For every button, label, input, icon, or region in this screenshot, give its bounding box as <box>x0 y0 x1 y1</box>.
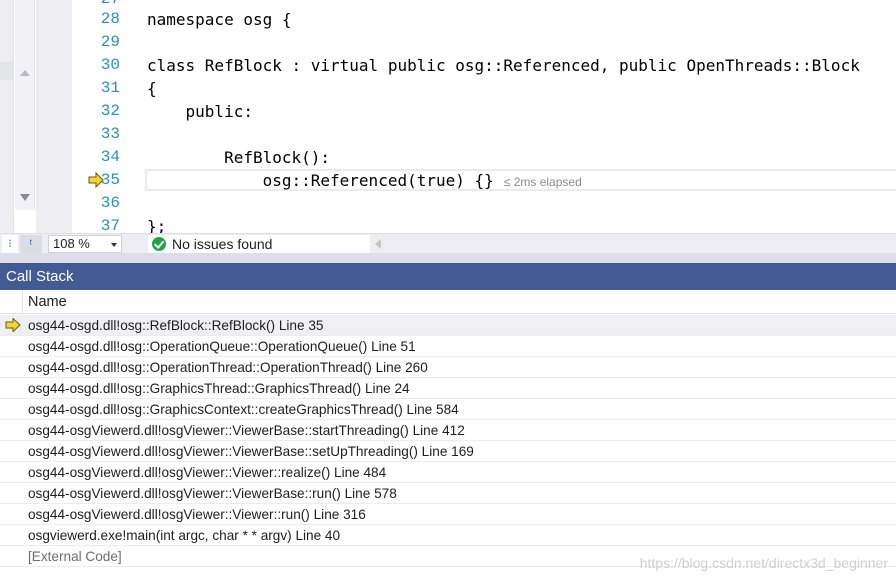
chevron-down-icon <box>111 243 117 247</box>
code-line: namespace osg { <box>147 10 292 29</box>
line-number: 31 <box>100 79 120 97</box>
stack-frame-row[interactable]: osg44-osgd.dll!osg::GraphicsContext::cre… <box>0 399 896 420</box>
column-header-name[interactable]: Name <box>28 290 67 314</box>
stack-frame-text: osg44-osgViewerd.dll!osgViewer::Viewer::… <box>28 507 366 522</box>
stack-frame-row[interactable]: osg44-osgViewerd.dll!osgViewer::ViewerBa… <box>0 483 896 504</box>
stack-frame-text: osg44-osgViewerd.dll!osgViewer::ViewerBa… <box>28 423 465 438</box>
watermark-text: https://blog.csdn.net/directx3d_beginner <box>639 555 888 571</box>
editor-vertical-scrollbar[interactable] <box>15 0 35 210</box>
stack-frame-row[interactable]: osg44-osgViewerd.dll!osgViewer::ViewerBa… <box>0 420 896 441</box>
line-number: 37 <box>100 217 120 233</box>
stack-frame-row-current[interactable]: osg44-osgd.dll!osg::RefBlock::RefBlock()… <box>0 315 896 336</box>
stack-frame-text: osg44-osgd.dll!osg::RefBlock::RefBlock()… <box>28 318 324 333</box>
scroll-up-arrow-icon[interactable] <box>20 70 30 76</box>
column-header: Name <box>0 290 896 314</box>
code-line: RefBlock(): <box>147 148 331 167</box>
stack-frame-row[interactable]: osg44-osgd.dll!osg::OperationQueue::Oper… <box>0 336 896 357</box>
stack-frame-text: osg44-osgViewerd.dll!osgViewer::ViewerBa… <box>28 444 474 459</box>
line-number: 35 <box>100 171 120 189</box>
code-line: class RefBlock : virtual public osg::Ref… <box>147 56 860 75</box>
check-circle-icon <box>152 237 166 251</box>
stack-frame-text: osg44-osgd.dll!osg::OperationQueue::Oper… <box>28 339 416 354</box>
navigation-icon[interactable]: ⁝ <box>2 235 18 253</box>
line-number-gutter: 27 28 29 30 31 32 33 34 35 36 37 <box>72 0 124 233</box>
panel-title: Call Stack <box>6 268 74 285</box>
code-editor[interactable]: 27 28 29 30 31 32 33 34 35 36 37 namespa… <box>0 0 896 233</box>
call-stack-title-bar[interactable]: Call Stack <box>0 263 896 290</box>
issues-indicator[interactable]: No issues found <box>148 235 370 253</box>
track-changes-icon[interactable]: ᵗ <box>20 235 42 253</box>
line-number: 36 <box>100 194 120 212</box>
stack-frame-text: [External Code] <box>28 549 122 564</box>
call-stack-grid[interactable]: Name osg44-osgd.dll!osg::RefBlock::RefBl… <box>0 290 896 577</box>
editor-left-strip <box>0 0 14 233</box>
code-line: public: <box>147 102 253 121</box>
glyph-margin[interactable] <box>36 0 104 233</box>
stack-frame-row[interactable]: osg44-osgd.dll!osg::OperationThread::Ope… <box>0 357 896 378</box>
panel-splitter[interactable] <box>0 253 896 263</box>
zoom-dropdown[interactable]: 108 % <box>48 235 122 253</box>
zoom-value: 108 % <box>53 236 90 251</box>
issues-text: No issues found <box>172 236 273 252</box>
stack-frame-row[interactable]: osg44-osgViewerd.dll!osgViewer::Viewer::… <box>0 462 896 483</box>
line-number: 28 <box>100 10 120 28</box>
stack-frame-row[interactable]: osg44-osgViewerd.dll!osgViewer::Viewer::… <box>0 504 896 525</box>
stack-frame-text: osg44-osgViewerd.dll!osgViewer::Viewer::… <box>28 465 387 480</box>
line-number: 33 <box>100 125 120 143</box>
scroll-left-arrow-icon[interactable] <box>375 239 381 249</box>
stack-frame-row[interactable]: osg44-osgViewerd.dll!osgViewer::ViewerBa… <box>0 441 896 462</box>
line-number: 30 <box>100 56 120 74</box>
stack-frame-row[interactable]: osg44-osgd.dll!osg::GraphicsThread::Grap… <box>0 378 896 399</box>
code-text-area[interactable]: namespace osg { class RefBlock : virtual… <box>124 0 896 233</box>
scroll-down-arrow-icon[interactable] <box>20 194 30 201</box>
stack-frame-text: osg44-osgd.dll!osg::GraphicsThread::Grap… <box>28 381 410 396</box>
editor-status-bar: ⁝ ᵗ 108 % No issues found <box>0 233 896 253</box>
code-line: { <box>147 79 157 98</box>
stack-frame-text: osg44-osgd.dll!osg::GraphicsContext::cre… <box>28 402 459 417</box>
stack-frame-text: osg44-osgd.dll!osg::OperationThread::Ope… <box>28 360 428 375</box>
stack-frame-row[interactable]: osgviewerd.exe!main(int argc, char * * a… <box>0 525 896 546</box>
perf-tip-elapsed[interactable]: ≤ 2ms elapsed <box>504 175 582 189</box>
line-number: 29 <box>100 33 120 51</box>
current-frame-arrow-icon <box>5 318 21 332</box>
current-code-line: osg::Referenced(true) {} ≤ 2ms elapsed <box>147 169 582 192</box>
line-number: 34 <box>100 148 120 166</box>
stack-frame-text: osg44-osgViewerd.dll!osgViewer::ViewerBa… <box>28 486 397 501</box>
stack-frame-text: osgviewerd.exe!main(int argc, char * * a… <box>28 528 341 543</box>
code-line-text: osg::Referenced(true) {} <box>147 171 494 190</box>
line-number: 32 <box>100 102 120 120</box>
code-line: }; <box>147 217 167 233</box>
stack-frame-list: osg44-osgd.dll!osg::RefBlock::RefBlock()… <box>0 315 896 567</box>
